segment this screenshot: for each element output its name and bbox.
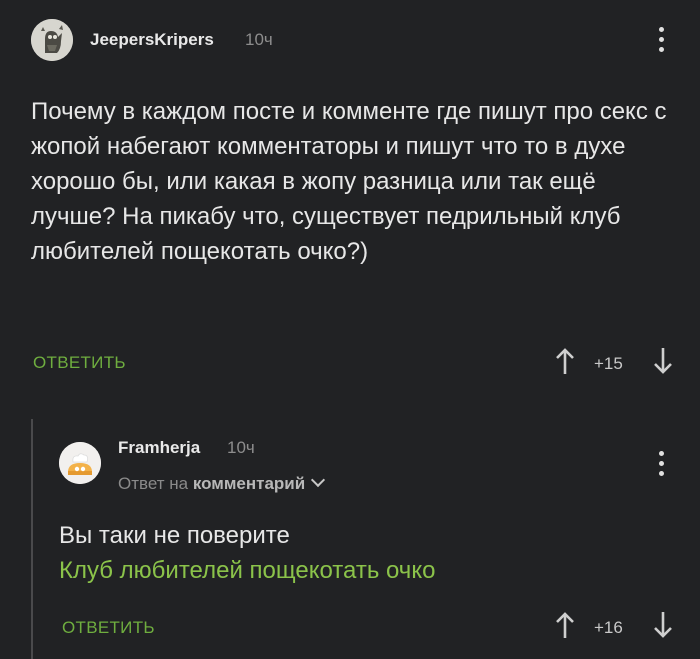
arrow-down-icon[interactable] xyxy=(648,346,678,376)
reply-button[interactable]: ОТВЕТИТЬ xyxy=(62,618,155,638)
more-vertical-icon[interactable] xyxy=(659,451,665,479)
reply-to[interactable]: Ответ на комментарий xyxy=(118,472,326,494)
comment-link[interactable]: Клуб любителей пощекотать очко xyxy=(59,553,659,588)
avatar[interactable] xyxy=(59,442,101,484)
avatar[interactable] xyxy=(31,19,73,61)
avatar-image xyxy=(31,19,73,61)
timestamp: 10ч xyxy=(227,438,255,457)
more-vertical-icon[interactable] xyxy=(659,27,665,55)
timestamp: 10ч xyxy=(245,30,273,49)
comment-line: Вы таки не поверите xyxy=(59,522,290,549)
username[interactable]: JeepersKripers xyxy=(90,30,214,50)
reply-comment: Framherja 10ч Ответ на комментарий Вы та… xyxy=(0,400,700,659)
comment-text: Вы таки не поверите Клуб любителей пощек… xyxy=(59,518,659,588)
chevron-down-icon[interactable] xyxy=(311,472,326,488)
avatar-image xyxy=(59,442,101,484)
reply-to-target[interactable]: комментарий xyxy=(193,474,305,493)
arrow-up-icon[interactable] xyxy=(550,346,580,376)
reply-to-prefix: Ответ на xyxy=(118,474,189,493)
arrow-down-icon[interactable] xyxy=(648,610,678,640)
comment: JeepersKripers 10ч Почему в каждом посте… xyxy=(0,0,700,400)
thread-line[interactable] xyxy=(31,419,33,659)
score: +16 xyxy=(594,618,623,637)
reply-button[interactable]: ОТВЕТИТЬ xyxy=(33,353,126,373)
score: +15 xyxy=(594,354,623,373)
arrow-up-icon[interactable] xyxy=(550,610,580,640)
comment-text: Почему в каждом посте и комменте где пиш… xyxy=(31,98,667,265)
username[interactable]: Framherja xyxy=(118,438,200,458)
